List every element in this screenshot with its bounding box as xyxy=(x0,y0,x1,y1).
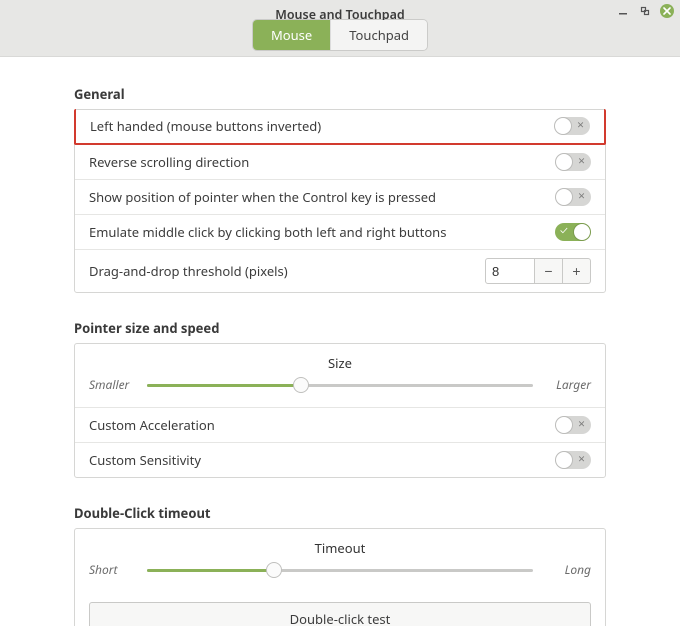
content-area: General Left handed (mouse buttons inver… xyxy=(0,57,680,626)
label-reverse-scroll: Reverse scrolling direction xyxy=(89,153,249,171)
input-dnd-threshold[interactable] xyxy=(485,258,535,284)
panel-general: Left handed (mouse buttons inverted) Rev… xyxy=(74,109,606,293)
slider-doubleclick-timeout[interactable] xyxy=(147,562,533,578)
slider-end-short: Short xyxy=(89,561,137,578)
slider-pointer-size[interactable] xyxy=(147,377,533,393)
slider-end-long: Long xyxy=(543,561,591,578)
double-click-test-button[interactable]: Double-click test xyxy=(89,602,591,626)
row-show-pointer-ctrl: Show position of pointer when the Contro… xyxy=(75,179,605,214)
label-show-pointer-ctrl: Show position of pointer when the Contro… xyxy=(89,188,436,206)
label-left-handed: Left handed (mouse buttons inverted) xyxy=(90,117,321,135)
panel-doubleclick: Timeout Short Long Double-click test xyxy=(74,528,606,626)
toggle-emulate-middle[interactable] xyxy=(555,223,591,241)
toggle-reverse-scroll[interactable] xyxy=(555,153,591,171)
row-emulate-middle: Emulate middle click by clicking both le… xyxy=(75,214,605,249)
window-controls xyxy=(616,4,674,18)
close-button[interactable] xyxy=(660,4,674,18)
slider-end-smaller: Smaller xyxy=(89,376,137,393)
label-custom-accel: Custom Acceleration xyxy=(89,416,215,434)
stepper-decrement[interactable]: − xyxy=(535,258,563,284)
toggle-show-pointer-ctrl[interactable] xyxy=(555,188,591,206)
titlebar: Mouse and Touchpad Mouse Touchpad xyxy=(0,0,680,57)
section-title-pointer: Pointer size and speed xyxy=(74,319,606,337)
slider-title-size: Size xyxy=(89,354,591,372)
toggle-custom-sens[interactable] xyxy=(555,451,591,469)
panel-pointer: Size Smaller Larger Custom Acceleration … xyxy=(74,343,606,478)
slider-title-timeout: Timeout xyxy=(89,539,591,557)
tab-touchpad[interactable]: Touchpad xyxy=(330,20,427,50)
row-reverse-scroll: Reverse scrolling direction xyxy=(75,144,605,179)
label-emulate-middle: Emulate middle click by clicking both le… xyxy=(89,223,446,241)
section-title-doubleclick: Double-Click timeout xyxy=(74,504,606,522)
tab-mouse[interactable]: Mouse xyxy=(253,20,330,50)
row-dnd-threshold: Drag-and-drop threshold (pixels) − + xyxy=(75,249,605,292)
stepper-dnd-threshold: − + xyxy=(485,258,591,284)
toggle-custom-accel[interactable] xyxy=(555,416,591,434)
label-custom-sens: Custom Sensitivity xyxy=(89,451,201,469)
row-left-handed: Left handed (mouse buttons inverted) xyxy=(74,109,606,145)
slider-block-size: Size Smaller Larger xyxy=(75,344,605,407)
toggle-left-handed[interactable] xyxy=(554,117,590,135)
row-custom-sens: Custom Sensitivity xyxy=(75,442,605,477)
stepper-increment[interactable]: + xyxy=(563,258,591,284)
tab-strip: Mouse Touchpad xyxy=(0,20,680,50)
slider-end-larger: Larger xyxy=(543,376,591,393)
row-custom-accel: Custom Acceleration xyxy=(75,407,605,442)
minimize-button[interactable] xyxy=(616,4,630,18)
label-dnd-threshold: Drag-and-drop threshold (pixels) xyxy=(89,262,288,280)
section-title-general: General xyxy=(74,85,606,103)
slider-block-timeout: Timeout Short Long xyxy=(75,529,605,592)
maximize-button[interactable] xyxy=(638,4,652,18)
